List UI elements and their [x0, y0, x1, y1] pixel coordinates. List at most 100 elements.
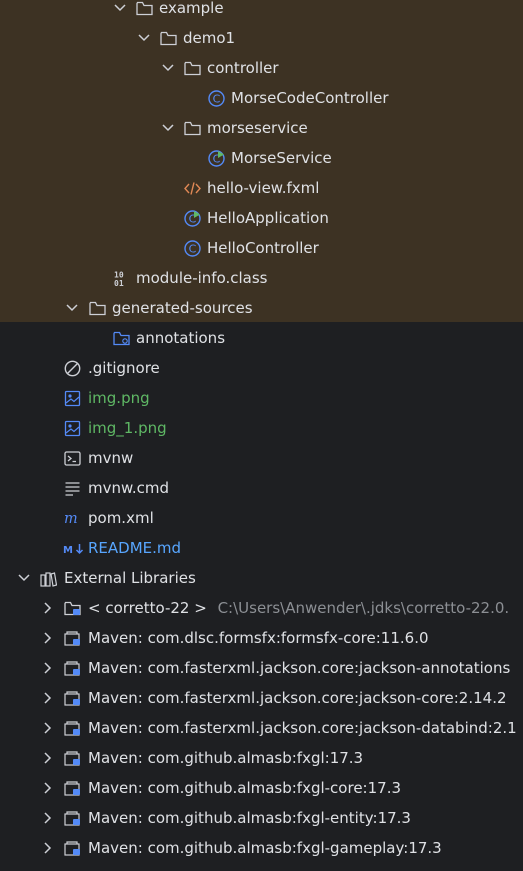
- chevron-right-icon[interactable]: [40, 713, 56, 743]
- tree-label: MorseService: [231, 149, 332, 167]
- tree-label: generated-sources: [112, 299, 253, 317]
- jdk-folder-icon: [64, 600, 81, 617]
- tree-row-controller[interactable]: controller: [0, 53, 523, 83]
- tree-row-library[interactable]: Maven: com.github.almasb:fxgl-core:17.3: [0, 773, 523, 803]
- tree-row-readme[interactable]: M README.md: [0, 533, 523, 563]
- chevron-down-icon[interactable]: [16, 563, 32, 593]
- svg-text:m: m: [64, 511, 78, 527]
- tree-row-img-1[interactable]: img_1.png: [0, 413, 523, 443]
- tree-row-img[interactable]: img.png: [0, 383, 523, 413]
- maven-library-icon: [64, 780, 81, 797]
- tree-label: mvnw.cmd: [88, 479, 170, 497]
- tree-label: Maven: com.dlsc.formsfx:formsfx-core:11.…: [88, 629, 429, 647]
- tree-row-mvnw-cmd[interactable]: mvnw.cmd: [0, 473, 523, 503]
- tree-row-library[interactable]: Maven: com.fasterxml.jackson.core:jackso…: [0, 683, 523, 713]
- library-icon: [40, 570, 57, 587]
- tree-label: hello-view.fxml: [207, 179, 320, 197]
- jdk-path: C:\Users\Anwender\.jdks\corretto-22.0.: [217, 599, 510, 617]
- folder-icon: [89, 300, 106, 317]
- chevron-down-icon[interactable]: [136, 23, 152, 53]
- tree-row-library[interactable]: Maven: com.github.almasb:fxgl-entity:17.…: [0, 803, 523, 833]
- tree-row-morseservice[interactable]: morseservice: [0, 113, 523, 143]
- tree-row-hello-application[interactable]: C HelloApplication: [0, 203, 523, 233]
- tree-row-library[interactable]: Maven: com.github.almasb:fxgl-gameplay:1…: [0, 833, 523, 863]
- tree-label: annotations: [136, 329, 226, 347]
- java-class-icon: C: [208, 90, 225, 107]
- tree-label: MorseCodeController: [231, 89, 389, 107]
- tree-row-mvnw[interactable]: mvnw: [0, 443, 523, 473]
- tree-label: img_1.png: [88, 419, 167, 437]
- tree-label: Maven: com.fasterxml.jackson.core:jackso…: [88, 689, 507, 707]
- maven-library-icon: [64, 660, 81, 677]
- project-tree: example demo1 controller C MorseCodeCont…: [0, 0, 523, 863]
- tree-label: .gitignore: [88, 359, 160, 377]
- chevron-right-icon[interactable]: [40, 623, 56, 653]
- tree-label: Maven: com.fasterxml.jackson.core:jackso…: [88, 719, 517, 737]
- markdown-icon: M: [63, 540, 85, 557]
- folder-icon: [160, 30, 177, 47]
- folder-icon: [184, 60, 201, 77]
- maven-library-icon: [64, 630, 81, 647]
- tree-row-hello-controller[interactable]: C HelloController: [0, 233, 523, 263]
- tree-label: < corretto-22 > C:\Users\Anwender\.jdks\…: [88, 593, 509, 623]
- tree-row-morse-service[interactable]: C MorseService: [0, 143, 523, 173]
- ignore-file-icon: [64, 360, 81, 377]
- image-file-icon: [64, 420, 81, 437]
- svg-text:C: C: [213, 93, 221, 106]
- tree-label: README.md: [88, 539, 182, 557]
- tree-label: controller: [207, 59, 279, 77]
- tree-row-gitignore[interactable]: .gitignore: [0, 353, 523, 383]
- tree-label: morseservice: [207, 119, 308, 137]
- tree-label: Maven: com.fasterxml.jackson.core:jackso…: [88, 659, 511, 677]
- java-class-icon: C: [184, 240, 201, 257]
- svg-text:M: M: [63, 545, 73, 556]
- java-runnable-class-icon: C: [208, 150, 225, 167]
- tree-row-hello-view[interactable]: hello-view.fxml: [0, 173, 523, 203]
- tree-label: mvnw: [88, 449, 134, 467]
- chevron-right-icon[interactable]: [40, 683, 56, 713]
- tree-label: module-info.class: [136, 269, 268, 287]
- tree-row-jdk[interactable]: < corretto-22 > C:\Users\Anwender\.jdks\…: [0, 593, 523, 623]
- maven-library-icon: [64, 810, 81, 827]
- tree-row-library[interactable]: Maven: com.dlsc.formsfx:formsfx-core:11.…: [0, 623, 523, 653]
- chevron-right-icon[interactable]: [40, 743, 56, 773]
- chevron-right-icon[interactable]: [40, 833, 56, 863]
- tree-row-morse-code-controller[interactable]: C MorseCodeController: [0, 83, 523, 113]
- tree-label: Maven: com.github.almasb:fxgl-entity:17.…: [88, 809, 411, 827]
- terminal-file-icon: [64, 450, 81, 467]
- svg-text:01: 01: [114, 279, 124, 287]
- tree-row-external-libraries[interactable]: External Libraries: [0, 563, 523, 593]
- tree-row-library[interactable]: Maven: com.fasterxml.jackson.core:jackso…: [0, 653, 523, 683]
- chevron-right-icon[interactable]: [40, 593, 56, 623]
- java-runnable-class-icon: C: [184, 210, 201, 227]
- chevron-down-icon[interactable]: [112, 0, 128, 23]
- tree-label: Maven: com.github.almasb:fxgl-gameplay:1…: [88, 839, 442, 857]
- fxml-file-icon: [184, 180, 201, 197]
- chevron-down-icon[interactable]: [160, 53, 176, 83]
- tree-label: HelloController: [207, 239, 319, 257]
- tree-row-demo1[interactable]: demo1: [0, 23, 523, 53]
- chevron-down-icon[interactable]: [160, 113, 176, 143]
- tree-row-library[interactable]: Maven: com.fasterxml.jackson.core:jackso…: [0, 713, 523, 743]
- svg-text:C: C: [189, 243, 197, 256]
- maven-library-icon: [64, 750, 81, 767]
- tree-row-library[interactable]: Maven: com.github.almasb:fxgl:17.3: [0, 743, 523, 773]
- binary-file-icon: 10 01: [113, 270, 130, 288]
- folder-icon: [184, 120, 201, 137]
- maven-library-icon: [64, 690, 81, 707]
- chevron-right-icon[interactable]: [40, 773, 56, 803]
- tree-label: Maven: com.github.almasb:fxgl-core:17.3: [88, 779, 402, 797]
- tree-label: pom.xml: [88, 509, 154, 527]
- tree-row-annotations[interactable]: annotations: [0, 323, 523, 353]
- chevron-right-icon[interactable]: [40, 653, 56, 683]
- tree-row-example[interactable]: example: [0, 0, 523, 23]
- tree-label: img.png: [88, 389, 150, 407]
- tree-label: demo1: [183, 29, 236, 47]
- tree-row-module-info[interactable]: 10 01 module-info.class: [0, 263, 523, 293]
- chevron-down-icon[interactable]: [64, 293, 80, 323]
- tree-row-generated-sources[interactable]: generated-sources: [0, 293, 523, 323]
- tree-label: HelloApplication: [207, 209, 329, 227]
- chevron-right-icon[interactable]: [40, 803, 56, 833]
- maven-icon: m: [64, 510, 81, 527]
- tree-row-pom[interactable]: m pom.xml: [0, 503, 523, 533]
